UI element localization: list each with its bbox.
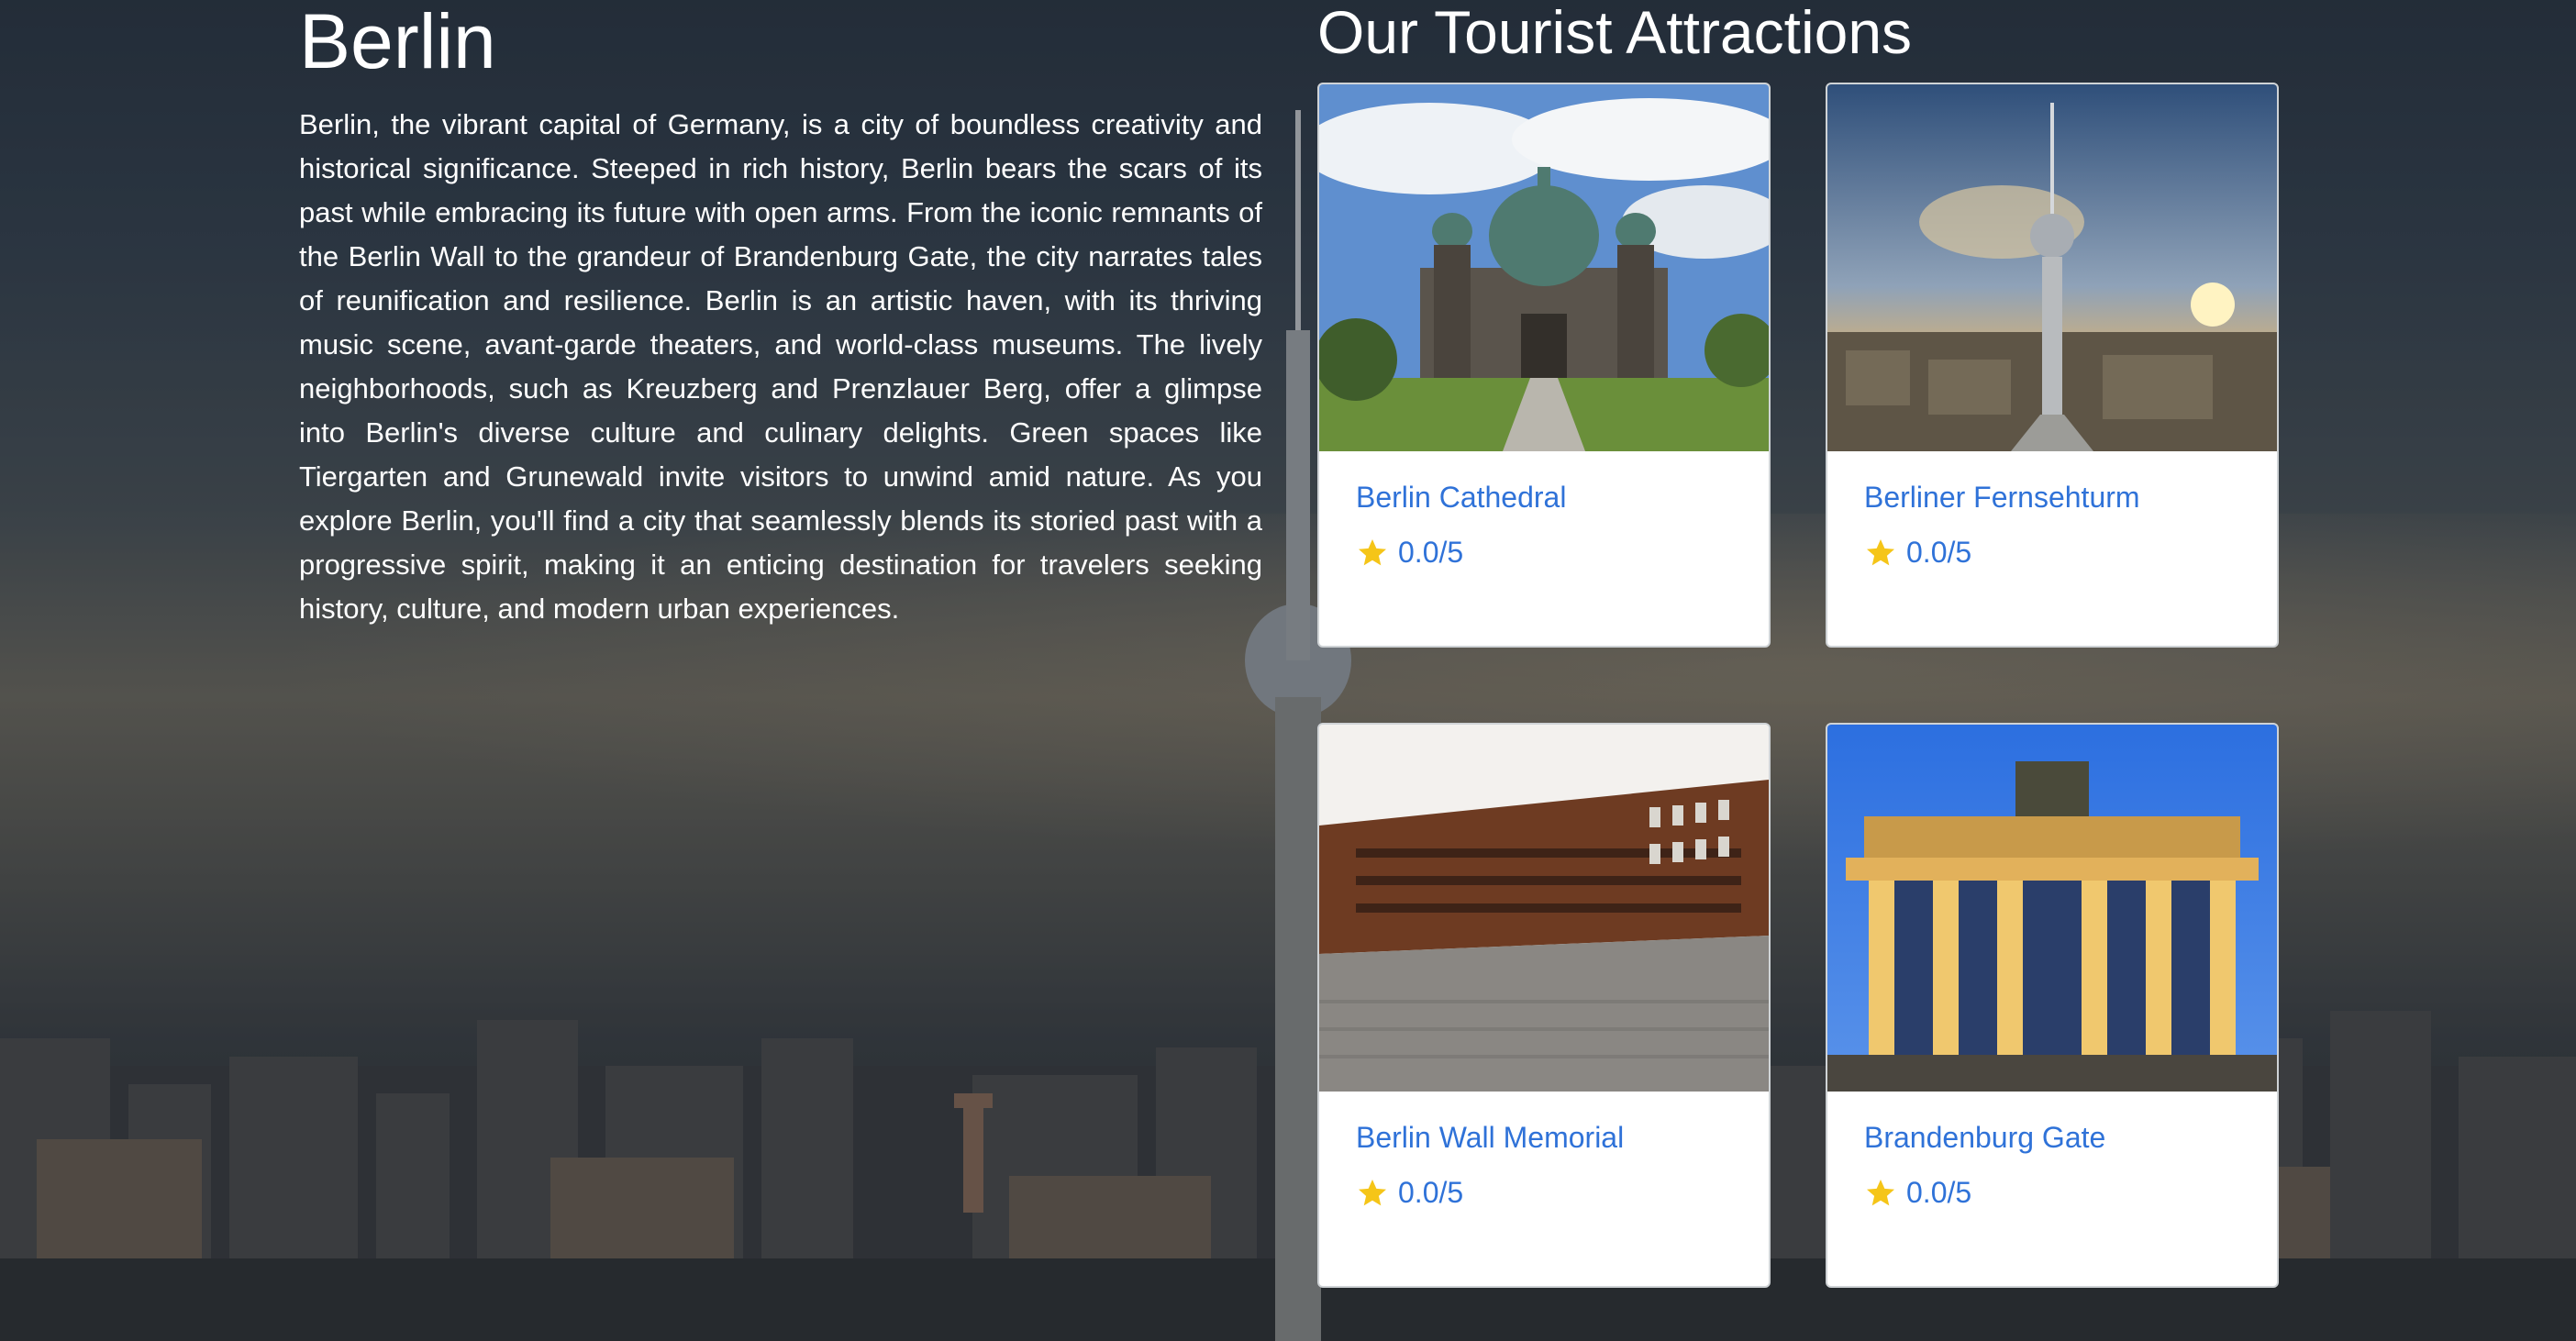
- attraction-rating: 0.0/5: [1356, 1176, 1463, 1210]
- brandenburg-gate-image: [1827, 725, 2277, 1092]
- rating-value: 0.0/5: [1906, 1176, 1972, 1209]
- attractions-heading: Our Tourist Attractions: [1317, 0, 1913, 66]
- city-title: Berlin: [299, 0, 496, 84]
- brandenburg-gate-photo[interactable]: [1827, 725, 2277, 1092]
- attraction-rating: 0.0/5: [1864, 1176, 1971, 1210]
- attraction-title-link[interactable]: Brandenburg Gate: [1864, 1121, 2105, 1155]
- berlin-cathedral-photo[interactable]: [1319, 84, 1769, 451]
- star-icon: [1867, 1179, 1894, 1205]
- attraction-card-berlin-cathedral[interactable]: Berlin Cathedral 0.0/5: [1317, 83, 1771, 648]
- attraction-title-link[interactable]: Berlin Wall Memorial: [1356, 1121, 1624, 1155]
- attraction-rating: 0.0/5: [1356, 536, 1463, 570]
- tourist-attractions-section: Our Tourist Attractions Berlin Cathedral…: [1317, 0, 2281, 1288]
- berlin-wall-memorial-photo[interactable]: [1319, 725, 1769, 1092]
- fernsehturm-photo[interactable]: [1827, 84, 2277, 451]
- rating-value: 0.0/5: [1398, 536, 1464, 569]
- fernsehturm-image: [1827, 84, 2277, 451]
- attraction-title-link[interactable]: Berlin Cathedral: [1356, 481, 1566, 515]
- star-icon: [1359, 538, 1386, 565]
- berlin-cathedral-image: [1319, 84, 1769, 451]
- city-description: Berlin, the vibrant capital of Germany, …: [299, 108, 1262, 625]
- berlin-wall-memorial-image: [1319, 725, 1769, 1092]
- attraction-card-berlin-wall-memorial[interactable]: Berlin Wall Memorial 0.0/5: [1317, 723, 1771, 1288]
- city-intro: Berlin Berlin, the vibrant capital of Ge…: [299, 0, 1262, 631]
- star-icon: [1359, 1179, 1386, 1205]
- star-icon: [1867, 538, 1894, 565]
- attraction-card-berliner-fernsehturm[interactable]: Berliner Fernsehturm 0.0/5: [1826, 83, 2279, 648]
- rating-value: 0.0/5: [1398, 1176, 1464, 1209]
- rating-value: 0.0/5: [1906, 536, 1972, 569]
- attraction-title-link[interactable]: Berliner Fernsehturm: [1864, 481, 2140, 515]
- attraction-rating: 0.0/5: [1864, 536, 1971, 570]
- attraction-card-brandenburg-gate[interactable]: Brandenburg Gate 0.0/5: [1826, 723, 2279, 1288]
